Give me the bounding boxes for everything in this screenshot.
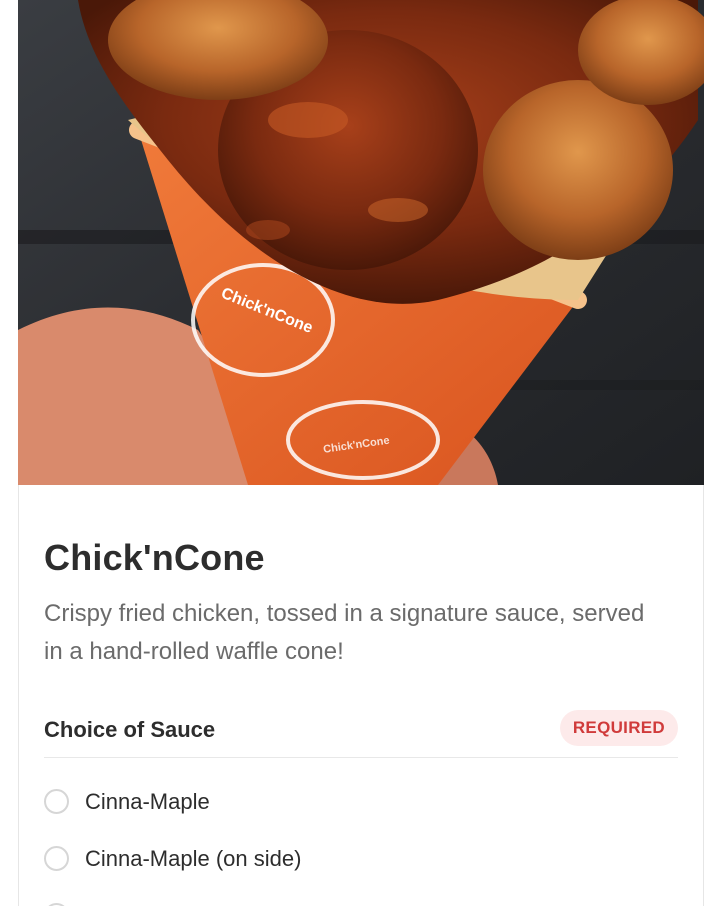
option-label: Cinna-Maple <box>85 789 210 814</box>
radio-button[interactable] <box>44 789 69 814</box>
sauce-option-partial[interactable] <box>44 889 678 906</box>
item-title: Chick'nCone <box>44 537 265 578</box>
item-description: Crispy fried chicken, tossed in a signat… <box>44 600 645 665</box>
sauce-section-header: Choice of Sauce REQUIRED <box>44 707 678 758</box>
item-details-card: Chick'nCone Crispy fried chicken, tossed… <box>19 485 703 906</box>
radio-button[interactable] <box>44 846 69 871</box>
menu-item-screen: Chick'nCone Chick'nCone Chick'nCone Cris… <box>0 0 724 906</box>
right-gutter <box>703 0 724 906</box>
sauce-options-list: Cinna-Maple Cinna-Maple (on side) <box>44 775 678 906</box>
left-gutter <box>0 0 19 906</box>
required-badge: REQUIRED <box>559 710 678 746</box>
item-photo: Chick'nCone Chick'nCone <box>18 0 704 485</box>
sauce-option-cinna-maple[interactable]: Cinna-Maple <box>44 775 678 832</box>
item-photo-illustration: Chick'nCone Chick'nCone <box>18 0 704 485</box>
option-label: Cinna-Maple (on side) <box>85 846 302 871</box>
sauce-option-cinna-maple-on-side[interactable]: Cinna-Maple (on side) <box>44 832 678 889</box>
sauce-section-title: Choice of Sauce <box>44 717 216 742</box>
